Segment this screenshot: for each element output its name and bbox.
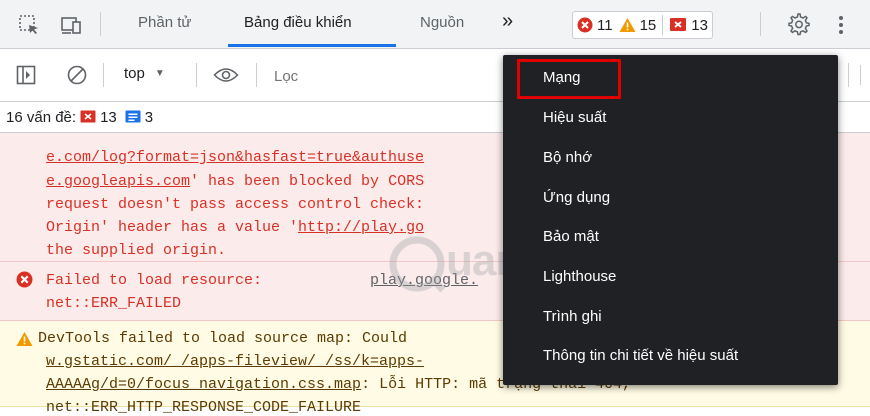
log-line: net::ERR_HTTP_RESPONSE_CODE_FAILURE <box>46 399 362 416</box>
error-counter[interactable]: 11 <box>577 17 613 34</box>
log-line: the supplied origin. <box>46 242 227 259</box>
toolbar-divider <box>848 63 849 87</box>
toolbar-divider <box>760 12 761 36</box>
warning-count: 15 <box>639 16 657 34</box>
clear-console-icon[interactable] <box>66 64 88 86</box>
console-filter-input[interactable] <box>272 63 496 89</box>
dropdown-arrow-icon: ▼ <box>154 68 165 79</box>
issue-flag-icon <box>80 110 96 123</box>
toolbar-divider <box>103 63 104 87</box>
active-tab-indicator <box>228 44 396 47</box>
log-text: ' has been blocked by CORS <box>190 173 425 190</box>
toolbar-divider <box>196 63 197 87</box>
context-selector[interactable]: top ▼ <box>124 65 165 82</box>
menu-item-performance[interactable]: Hiệu suất <box>543 109 606 126</box>
menu-item-lighthouse[interactable]: Lighthouse <box>543 268 616 285</box>
issues-count: 13 <box>691 16 708 34</box>
sidebar-toggle-icon[interactable] <box>16 65 36 85</box>
log-link[interactable]: w.gstatic.com/_/apps-fileview/_/ss/k=app… <box>46 353 424 370</box>
counter-divider <box>662 15 664 35</box>
menu-item-memory[interactable]: Bộ nhớ <box>543 149 592 166</box>
error-count: 11 <box>597 16 613 34</box>
tab-console[interactable]: Bảng điều khiển <box>244 14 352 31</box>
issues-label: 16 vấn đề: <box>6 108 77 126</box>
error-icon <box>577 17 593 33</box>
log-line: Origin' header has a value 'http://play.… <box>46 219 424 236</box>
menu-item-security[interactable]: Bảo mật <box>543 228 599 245</box>
toolbar-divider <box>256 63 257 87</box>
gear-icon[interactable] <box>786 12 810 36</box>
log-text: Origin' header has a value ' <box>46 219 299 236</box>
menu-item-recorder[interactable]: Trình ghi <box>543 308 602 325</box>
eye-icon[interactable] <box>213 66 239 84</box>
log-line[interactable]: e.com/log?format=json&hasfast=true&authu… <box>46 149 424 166</box>
log-source-link[interactable]: play.google. <box>370 272 478 289</box>
menu-item-performance-insights[interactable]: Thông tin chi tiết về hiệu suất <box>543 347 738 364</box>
more-tabs-menu: Mạng Hiệu suất Bộ nhớ Ứng dụng Bảo mật L… <box>503 55 838 385</box>
log-line: DevTools failed to load source map: Coul… <box>38 330 408 347</box>
log-link[interactable]: e.googleapis.com <box>46 173 190 190</box>
context-selector-value: top <box>124 65 145 82</box>
more-options-icon[interactable] <box>836 14 846 36</box>
issue-counters[interactable]: 11 15 13 <box>572 11 713 39</box>
error-icon <box>16 271 33 288</box>
issues-info-count: 3 <box>144 108 154 126</box>
issues-counter[interactable]: 13 <box>669 17 708 34</box>
log-line: e.googleapis.com' has been blocked by CO… <box>46 173 424 190</box>
issues-error-count: 13 <box>100 108 117 126</box>
devtools-main-toolbar: Phần tử Bảng điều khiển Nguồn » 11 15 13 <box>0 0 870 49</box>
info-message-icon <box>125 110 141 123</box>
tab-elements[interactable]: Phần tử <box>138 14 191 31</box>
issue-flag-icon <box>670 18 687 31</box>
tab-sources[interactable]: Nguồn <box>420 14 464 31</box>
menu-item-network[interactable]: Mạng <box>543 69 581 86</box>
menu-item-application[interactable]: Ứng dụng <box>543 189 610 206</box>
warning-icon <box>619 18 636 32</box>
device-toolbar-icon[interactable] <box>60 14 82 36</box>
toolbar-divider <box>100 12 101 36</box>
log-line: request doesn't pass access control chec… <box>46 196 425 213</box>
warning-icon <box>16 332 33 346</box>
more-tabs-button[interactable]: » <box>502 10 513 33</box>
warning-counter[interactable]: 15 <box>619 16 657 34</box>
toolbar-overflow <box>860 65 870 85</box>
log-line: Failed to load resource: <box>46 272 263 289</box>
log-link[interactable]: AAAAAg/d=0/focus_navigation.css.map <box>46 376 361 393</box>
inspect-element-icon[interactable] <box>18 14 40 36</box>
log-line: net::ERR_FAILED <box>46 295 182 312</box>
log-link[interactable]: http://play.go <box>298 219 424 236</box>
